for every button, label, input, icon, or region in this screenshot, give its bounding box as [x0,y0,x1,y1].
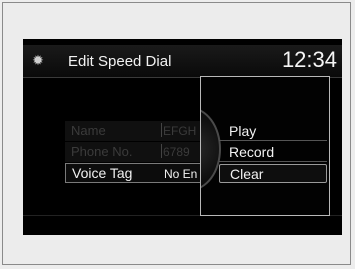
menu-item-label: Play [229,123,257,139]
field-phone-label: Phone No. [71,144,133,159]
field-phone-value: 6789 [163,145,190,159]
figure-frame: ✹ Edit Speed Dial 12:34 Name EFGH Phone … [2,2,351,265]
menu-item-record[interactable]: Record [219,143,327,162]
field-name-label: Name [71,123,106,138]
display-screen: ✹ Edit Speed Dial 12:34 Name EFGH Phone … [23,39,342,235]
header-bar: ✹ Edit Speed Dial 12:34 [23,45,342,77]
field-divider [161,144,162,158]
field-name-value: EFGH [163,124,197,138]
menu-item-play[interactable]: Play [219,122,327,141]
selector-knob-graphic [201,107,221,191]
field-divider [161,123,162,137]
field-voice-tag-value: No En [164,167,198,181]
field-voice-tag-label: Voice Tag [72,165,133,181]
menu-item-label: Record [229,144,275,160]
menu-item-underline [219,161,327,162]
menu-item-underline [219,140,327,141]
popup-menu-list: Play Record Clear [219,122,327,185]
voice-tag-popup-menu: Play Record Clear [200,76,330,216]
gear-icon[interactable]: ✹ [31,53,45,67]
page-title: Edit Speed Dial [68,53,172,70]
menu-item-label: Clear [230,166,264,182]
menu-item-clear[interactable]: Clear [219,164,327,183]
clock: 12:34 [281,47,337,72]
